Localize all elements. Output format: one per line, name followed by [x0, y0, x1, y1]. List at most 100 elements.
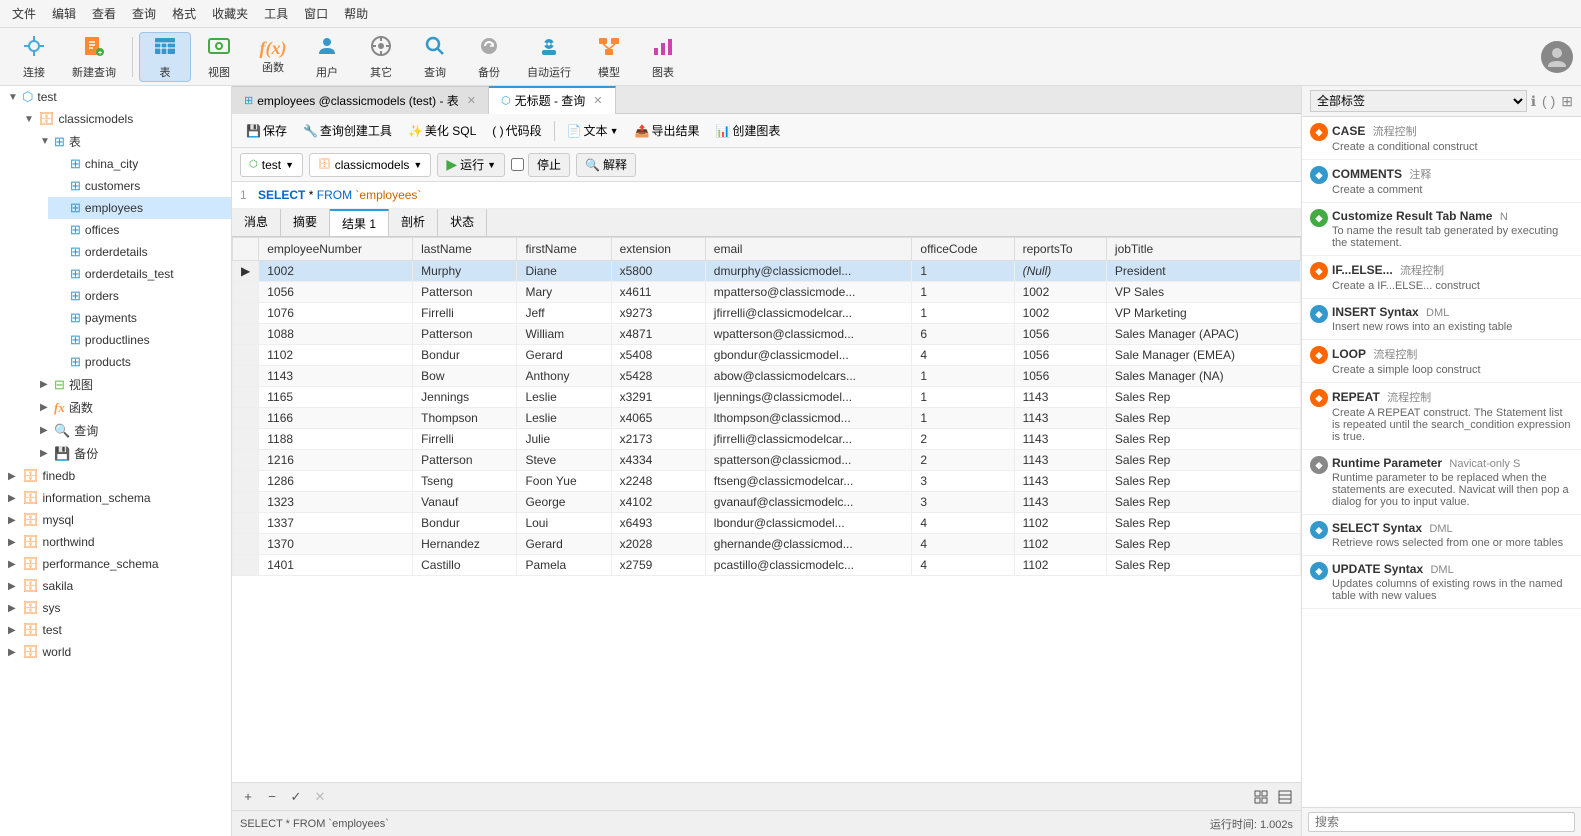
save-button[interactable]: 💾 保存 — [240, 120, 293, 141]
query-builder-button[interactable]: 🔧 查询创建工具 — [297, 120, 398, 141]
sidebar-item-tables[interactable]: ▼ ⊞ 表 — [32, 130, 231, 153]
cell-officeCode[interactable]: 3 — [912, 492, 1014, 513]
menu-view[interactable]: 查看 — [84, 3, 124, 24]
cell-reportsTo[interactable]: 1143 — [1014, 429, 1106, 450]
result-tab-result1[interactable]: 结果 1 — [330, 209, 389, 236]
cell-firstName[interactable]: Pamela — [517, 555, 611, 576]
snippet-item[interactable]: ◆ Customize Result Tab Name N To name th… — [1302, 203, 1581, 256]
cell-extension[interactable]: x4065 — [611, 408, 705, 429]
cell-reportsTo[interactable]: 1102 — [1014, 555, 1106, 576]
model-button[interactable]: 模型 — [583, 32, 635, 82]
col-header-lastName[interactable]: lastName — [413, 238, 517, 261]
cell-employeeNumber[interactable]: 1166 — [259, 408, 413, 429]
cell-employeeNumber[interactable]: 1076 — [259, 303, 413, 324]
sidebar-table-orderdetails-test[interactable]: ⊞ orderdetails_test — [48, 263, 231, 285]
cell-extension[interactable]: x9273 — [611, 303, 705, 324]
cell-firstName[interactable]: William — [517, 324, 611, 345]
snippet-item[interactable]: ◆ UPDATE Syntax DML Updates columns of e… — [1302, 556, 1581, 609]
cell-extension[interactable]: x6493 — [611, 513, 705, 534]
cell-lastName[interactable]: Bow — [413, 366, 517, 387]
cell-email[interactable]: lthompson@classicmod... — [705, 408, 912, 429]
cell-jobTitle[interactable]: Sales Rep — [1106, 534, 1300, 555]
snippet-item[interactable]: ◆ INSERT Syntax DML Insert new rows into… — [1302, 299, 1581, 340]
cell-firstName[interactable]: Julie — [517, 429, 611, 450]
cell-firstName[interactable]: Gerard — [517, 345, 611, 366]
snippet-item[interactable]: ◆ COMMENTS 注释 Create a comment — [1302, 160, 1581, 203]
cell-lastName[interactable]: Tseng — [413, 471, 517, 492]
cell-jobTitle[interactable]: President — [1106, 261, 1300, 282]
menu-window[interactable]: 窗口 — [296, 3, 336, 24]
beautify-button[interactable]: ✨ 美化 SQL — [402, 120, 482, 141]
cell-jobTitle[interactable]: Sales Manager (NA) — [1106, 366, 1300, 387]
snippet-search-input[interactable] — [1308, 812, 1575, 832]
auto-run-button[interactable]: 自动运行 — [517, 32, 581, 82]
cell-jobTitle[interactable]: Sales Rep — [1106, 471, 1300, 492]
cell-jobTitle[interactable]: VP Sales — [1106, 282, 1300, 303]
sidebar-table-employees[interactable]: ⊞ employees — [48, 197, 231, 219]
snippet-item[interactable]: ◆ Runtime Parameter Navicat-only S Runti… — [1302, 450, 1581, 515]
table-row[interactable]: 1102BondurGerardx5408gbondur@classicmode… — [233, 345, 1301, 366]
table-row[interactable]: 1143BowAnthonyx5428abow@classicmodelcars… — [233, 366, 1301, 387]
export-button[interactable]: 📤 导出结果 — [628, 120, 705, 141]
cell-email[interactable]: spatterson@classicmod... — [705, 450, 912, 471]
cell-firstName[interactable]: Leslie — [517, 408, 611, 429]
cell-extension[interactable]: x2248 — [611, 471, 705, 492]
cell-reportsTo[interactable]: 1143 — [1014, 492, 1106, 513]
cell-reportsTo[interactable]: 1102 — [1014, 513, 1106, 534]
cancel-button[interactable]: ✕ — [310, 787, 330, 807]
cell-lastName[interactable]: Patterson — [413, 282, 517, 303]
cell-reportsTo[interactable]: 1002 — [1014, 303, 1106, 324]
col-header-extension[interactable]: extension — [611, 238, 705, 261]
cell-reportsTo[interactable]: 1143 — [1014, 408, 1106, 429]
cell-officeCode[interactable]: 4 — [912, 555, 1014, 576]
backup-button[interactable]: 备份 — [463, 32, 515, 82]
cell-firstName[interactable]: Jeff — [517, 303, 611, 324]
create-chart-button[interactable]: 📊 创建图表 — [709, 120, 786, 141]
other-button[interactable]: 其它 — [355, 32, 407, 82]
query-tab-close[interactable]: ✕ — [593, 94, 602, 107]
col-header-jobTitle[interactable]: jobTitle — [1106, 238, 1300, 261]
table-row[interactable]: 1088PattersonWilliamx4871wpatterson@clas… — [233, 324, 1301, 345]
cell-officeCode[interactable]: 4 — [912, 345, 1014, 366]
cell-employeeNumber[interactable]: 1323 — [259, 492, 413, 513]
cell-employeeNumber[interactable]: 1286 — [259, 471, 413, 492]
cell-employeeNumber[interactable]: 1088 — [259, 324, 413, 345]
text-button[interactable]: 📄 文本 ▼ — [561, 120, 625, 141]
menu-favorites[interactable]: 收藏夹 — [204, 3, 256, 24]
cell-extension[interactable]: x2028 — [611, 534, 705, 555]
sidebar-item-finedb[interactable]: ▶ 🗄 finedb — [0, 465, 231, 487]
sidebar-item-test2[interactable]: ▶ 🗄 test — [0, 619, 231, 641]
cell-employeeNumber[interactable]: 1165 — [259, 387, 413, 408]
result-tab-msg[interactable]: 消息 — [232, 209, 281, 236]
cell-lastName[interactable]: Thompson — [413, 408, 517, 429]
cell-jobTitle[interactable]: Sales Rep — [1106, 492, 1300, 513]
cell-employeeNumber[interactable]: 1056 — [259, 282, 413, 303]
snippet-item[interactable]: ◆ CASE 流程控制 Create a conditional constru… — [1302, 117, 1581, 160]
cell-employeeNumber[interactable]: 1102 — [259, 345, 413, 366]
sidebar-item-world[interactable]: ▶ 🗄 world — [0, 641, 231, 663]
cell-email[interactable]: mpatterso@classicmode... — [705, 282, 912, 303]
table-row[interactable]: 1286TsengFoon Yuex2248ftseng@classicmode… — [233, 471, 1301, 492]
cell-firstName[interactable]: Anthony — [517, 366, 611, 387]
sidebar-item-classicmodels[interactable]: ▼ 🗄 classicmodels — [16, 108, 231, 130]
snippet-item[interactable]: ◆ SELECT Syntax DML Retrieve rows select… — [1302, 515, 1581, 556]
query-tab[interactable]: ⬡ 无标题 - 查询 ✕ — [489, 86, 616, 114]
cell-firstName[interactable]: Gerard — [517, 534, 611, 555]
cell-email[interactable]: pcastillo@classicmodelc... — [705, 555, 912, 576]
cell-email[interactable]: gbondur@classicmodel... — [705, 345, 912, 366]
sidebar-item-sakila[interactable]: ▶ 🗄 sakila — [0, 575, 231, 597]
new-query-button[interactable]: + 新建查询 — [62, 32, 126, 82]
table-row[interactable]: 1188FirrelliJuliex2173jfirrelli@classicm… — [233, 429, 1301, 450]
cell-jobTitle[interactable]: Sales Manager (APAC) — [1106, 324, 1300, 345]
sidebar-item-mysql[interactable]: ▶ 🗄 mysql — [0, 509, 231, 531]
snippet-filter-select[interactable]: 全部标签 — [1310, 90, 1527, 112]
cell-lastName[interactable]: Jennings — [413, 387, 517, 408]
cell-reportsTo[interactable]: 1056 — [1014, 366, 1106, 387]
cell-firstName[interactable]: Loui — [517, 513, 611, 534]
cell-extension[interactable]: x5800 — [611, 261, 705, 282]
sidebar-table-orders[interactable]: ⊞ orders — [48, 285, 231, 307]
table-row[interactable]: ▶1002MurphyDianex5800dmurphy@classicmode… — [233, 261, 1301, 282]
cell-lastName[interactable]: Vanauf — [413, 492, 517, 513]
cell-jobTitle[interactable]: Sales Rep — [1106, 429, 1300, 450]
cell-jobTitle[interactable]: Sales Rep — [1106, 408, 1300, 429]
